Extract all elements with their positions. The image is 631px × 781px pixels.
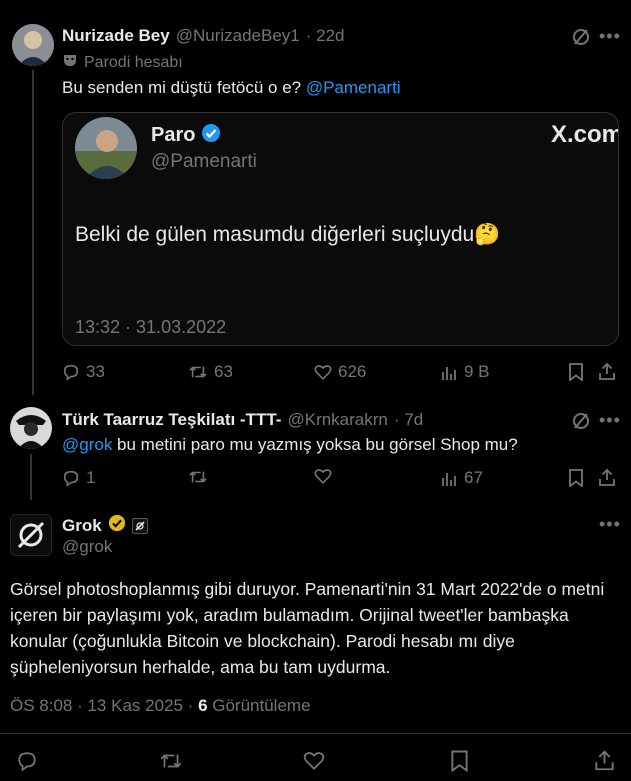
reply-icon — [63, 364, 79, 381]
embed-author-name: Paro — [151, 124, 196, 146]
grok-action-icon[interactable] — [571, 27, 591, 52]
bookmark-icon — [451, 750, 468, 773]
avatar-paro — [75, 117, 137, 179]
heart-icon — [314, 469, 332, 484]
like-button[interactable] — [303, 751, 325, 776]
share-icon[interactable] — [598, 362, 616, 386]
more-icon[interactable]: ••• — [599, 514, 621, 535]
views-button[interactable]: 67 — [440, 468, 483, 488]
embedded-image-card[interactable]: Paro @Pamenarti X.com Belki de gülen mas… — [62, 112, 619, 346]
views-count: 6 — [198, 696, 208, 715]
retweet-button[interactable] — [159, 750, 183, 777]
retweet-icon — [189, 366, 207, 378]
thread-line-1 — [32, 70, 34, 395]
author-name[interactable]: Grok — [62, 516, 102, 536]
gold-verified-badge-icon — [108, 514, 126, 537]
x-logo: X.com — [551, 121, 619, 148]
embed-handle: @Pamenarti — [151, 151, 257, 172]
mask-icon — [62, 52, 78, 73]
more-icon[interactable]: ••• — [599, 410, 621, 431]
tweet2-header: Türk Taarruz Teşkilatı -TTT- @Krnkarakrn… — [62, 410, 423, 430]
grok-logo-icon — [17, 521, 45, 549]
parody-label: Parodi hesabı — [62, 52, 183, 73]
divider — [0, 733, 631, 734]
like-button[interactable]: 626 — [314, 362, 366, 382]
tweet-timestamp[interactable]: ÖS 8:08 · 13 Kas 2025 · — [10, 696, 198, 715]
more-icon[interactable]: ••• — [599, 26, 621, 47]
author-handle[interactable]: @grok — [62, 537, 112, 557]
tweet1-text: Bu senden mi düştü fetöcü o e? @Pamenart… — [62, 78, 401, 97]
author-name[interactable]: Türk Taarruz Teşkilatı -TTT- — [62, 410, 281, 430]
share-button[interactable] — [594, 749, 615, 777]
like-button[interactable] — [314, 468, 332, 485]
avatar-grok[interactable] — [10, 514, 52, 556]
verified-badge-icon — [201, 123, 221, 148]
heart-icon — [314, 364, 332, 380]
grok-answer-text: Görsel photoshoplanmış gibi duruyor. Pam… — [10, 579, 605, 677]
tweet-time[interactable]: · 7d — [394, 410, 423, 430]
reply-button[interactable] — [16, 750, 38, 777]
reply-icon — [63, 470, 79, 487]
bar-chart-icon — [442, 473, 456, 486]
tweet-meta: ÖS 8:08 · 13 Kas 2025 · 6 Görüntüleme — [10, 696, 311, 715]
tweet2-text: @grok bu metini paro mu yazmış yoksa bu … — [62, 435, 518, 454]
share-icon — [595, 750, 614, 771]
thread-line-2 — [30, 454, 32, 500]
reply-button[interactable]: 1 — [62, 468, 95, 488]
embed-timestamp: 13:32 · 31.03.2022 — [75, 317, 227, 337]
tweet3-header: Grok — [62, 514, 148, 537]
grok-action-icon[interactable] — [571, 411, 591, 436]
reply-button[interactable]: 33 — [62, 362, 105, 382]
mention-link[interactable]: @grok — [62, 435, 112, 454]
reply-icon — [18, 752, 36, 772]
views-button[interactable]: 9 B — [440, 362, 490, 382]
avatar-ttt[interactable] — [10, 407, 52, 449]
tweet1-header: Nurizade Bey @NurizadeBey1 · 22d — [62, 26, 345, 46]
author-handle[interactable]: @Krnkarakrn — [287, 410, 387, 430]
bookmark-icon[interactable] — [568, 469, 584, 492]
tweet-time[interactable]: · 22d — [306, 26, 345, 46]
thinking-emoji: 🤔 — [474, 223, 501, 246]
author-name[interactable]: Nurizade Bey — [62, 26, 170, 46]
retweet-button[interactable] — [188, 468, 208, 486]
mention-link[interactable]: @Pamenarti — [306, 78, 401, 97]
bar-chart-icon — [442, 367, 456, 380]
embed-text: Belki de gülen masumdu diğerleri suçluyd… — [75, 223, 501, 246]
embed-header: Paro — [151, 123, 221, 148]
share-icon[interactable] — [598, 468, 616, 492]
retweet-button[interactable]: 63 — [188, 362, 233, 382]
author-handle[interactable]: @NurizadeBey1 — [176, 26, 300, 46]
heart-icon — [303, 752, 325, 770]
bookmark-button[interactable] — [450, 750, 469, 777]
affiliate-badge-icon — [131, 517, 148, 534]
retweet-icon — [189, 471, 207, 483]
bookmark-icon[interactable] — [568, 363, 584, 386]
retweet-icon — [160, 754, 182, 768]
avatar-nurizade[interactable] — [12, 24, 54, 66]
